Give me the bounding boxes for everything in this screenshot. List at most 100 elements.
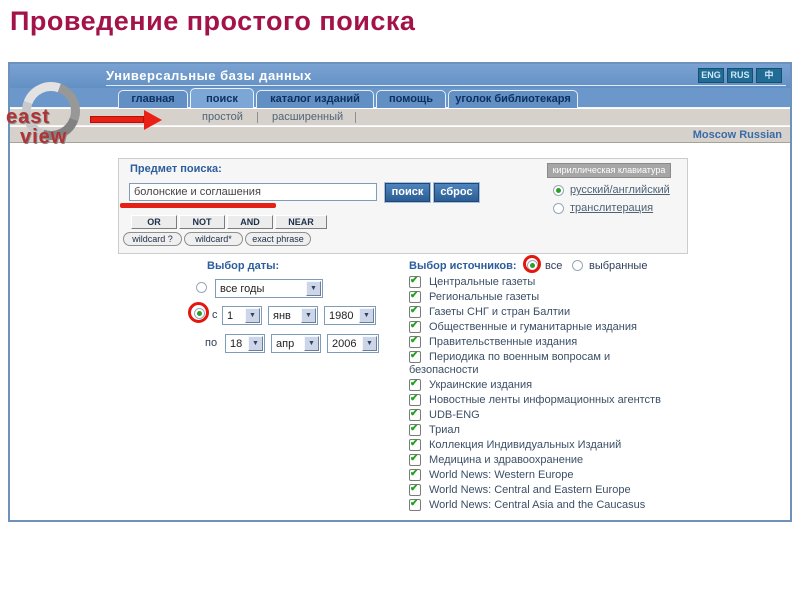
search-input[interactable] <box>129 183 377 201</box>
search-subject-label: Предмет поиска: <box>130 163 222 175</box>
dropdown-arrow-icon[interactable] <box>306 281 321 296</box>
subnav-advanced-search[interactable]: расширенный <box>272 111 343 123</box>
subnav-simple-search[interactable]: простой <box>202 111 243 123</box>
subnav-divider <box>355 112 356 123</box>
checkbox-checked-icon[interactable] <box>409 290 421 303</box>
source-label: World News: Central and Eastern Europe <box>429 484 631 496</box>
to-month-select[interactable]: апр <box>271 334 321 353</box>
list-item: World News: Western Europe <box>409 468 681 482</box>
app-window: Универсальные базы данных ENG RUS 中 глав… <box>6 62 792 522</box>
language-switcher: ENG RUS 中 <box>698 68 782 83</box>
transliteration-link[interactable]: транслитерация <box>570 202 653 214</box>
checkbox-checked-icon[interactable] <box>409 468 421 481</box>
from-year-value: 1980 <box>329 310 354 322</box>
lang-rus-button[interactable]: RUS <box>727 68 753 83</box>
to-year-value: 2006 <box>332 338 357 350</box>
to-day-value: 18 <box>230 338 243 350</box>
tab-help[interactable]: помощь <box>376 90 446 108</box>
checkbox-checked-icon[interactable] <box>409 378 421 391</box>
source-label: Медицина и здравоохранение <box>429 454 584 466</box>
radio-transliteration[interactable] <box>553 203 564 214</box>
operator-and-button[interactable]: AND <box>227 215 273 229</box>
list-item: Центральные газеты <box>409 275 681 289</box>
list-item: Правительственные издания <box>409 335 681 349</box>
checkbox-checked-icon[interactable] <box>409 498 421 511</box>
eastview-logo: east view <box>6 72 92 174</box>
all-years-select[interactable]: все годы <box>215 279 323 298</box>
checkbox-checked-icon[interactable] <box>409 320 421 333</box>
annotation-arrow <box>90 110 164 130</box>
checkbox-checked-icon[interactable] <box>409 438 421 451</box>
dropdown-arrow-icon[interactable] <box>245 308 260 323</box>
operator-not-button[interactable]: NOT <box>179 215 225 229</box>
to-year-select[interactable]: 2006 <box>327 334 379 353</box>
operator-near-button[interactable]: NEAR <box>275 215 327 229</box>
dropdown-arrow-icon[interactable] <box>248 336 263 351</box>
tab-search[interactable]: поиск <box>190 88 254 108</box>
checkbox-checked-icon[interactable] <box>409 483 421 496</box>
source-label: Коллекция Индивидуальных Изданий <box>429 439 622 451</box>
radio-selected-sources[interactable] <box>572 260 583 271</box>
list-item: Украинские издания <box>409 378 681 392</box>
list-item: Региональные газеты <box>409 290 681 304</box>
dropdown-arrow-icon[interactable] <box>359 308 374 323</box>
from-month-select[interactable]: янв <box>268 306 318 325</box>
main-tabs: главная поиск каталог изданий помощь уго… <box>10 88 790 108</box>
source-label: Украинские издания <box>429 379 533 391</box>
annotation-arrow-shaft <box>90 116 144 123</box>
wildcard-star-button[interactable]: wildcard* <box>184 232 243 246</box>
sources-label: Выбор источников: <box>409 260 517 272</box>
checkbox-checked-icon[interactable] <box>409 275 421 288</box>
checkbox-checked-icon[interactable] <box>409 350 421 363</box>
annotation-arrow-head <box>144 110 162 130</box>
to-month-value: апр <box>276 338 295 350</box>
subnav-divider <box>257 112 258 123</box>
operator-or-button[interactable]: OR <box>131 215 177 229</box>
tab-home[interactable]: главная <box>118 90 188 108</box>
from-year-select[interactable]: 1980 <box>324 306 376 325</box>
checkbox-checked-icon[interactable] <box>409 408 421 421</box>
source-label: Периодика по военным вопросам и безопасн… <box>409 351 611 376</box>
exact-phrase-button[interactable]: exact phrase <box>245 232 311 246</box>
source-label: Региональные газеты <box>429 291 540 303</box>
radio-all-years[interactable] <box>196 282 207 293</box>
source-label: World News: Western Europe <box>429 469 574 481</box>
tab-librarian-corner[interactable]: уголок библиотекаря <box>448 90 578 108</box>
source-label: UDB-ENG <box>429 409 480 421</box>
dropdown-arrow-icon[interactable] <box>304 336 319 351</box>
cyrillic-keyboard-button[interactable]: кириллическая клавиатура <box>547 163 671 178</box>
russian-english-link[interactable]: русский/английский <box>570 184 670 196</box>
source-label: World News: Central Asia and the Caucasu… <box>429 499 646 511</box>
checkbox-checked-icon[interactable] <box>409 423 421 436</box>
checkbox-checked-icon[interactable] <box>409 335 421 348</box>
dropdown-arrow-icon[interactable] <box>362 336 377 351</box>
radio-russian-english[interactable] <box>553 185 564 196</box>
wildcard-question-button[interactable]: wildcard ? <box>123 232 182 246</box>
source-label: Центральные газеты <box>429 276 536 288</box>
source-label: Правительственные издания <box>429 336 578 348</box>
annotation-underline <box>120 203 276 208</box>
all-years-value: все годы <box>220 283 265 295</box>
search-button[interactable]: поиск <box>385 183 430 202</box>
header-bar: Универсальные базы данных ENG RUS 中 <box>10 64 790 88</box>
source-label: Общественные и гуманитарные издания <box>429 321 637 333</box>
to-day-select[interactable]: 18 <box>225 334 265 353</box>
list-item: World News: Central Asia and the Caucasu… <box>409 498 681 512</box>
checkbox-checked-icon[interactable] <box>409 453 421 466</box>
reset-button[interactable]: сброс <box>434 183 479 202</box>
sources-list: Центральные газеты Региональные газеты Г… <box>409 275 681 514</box>
date-to-label: по <box>205 337 218 349</box>
checkbox-checked-icon[interactable] <box>409 305 421 318</box>
app-title: Универсальные базы данных <box>106 68 312 83</box>
tab-catalog[interactable]: каталог изданий <box>256 90 374 108</box>
header-divider <box>106 85 786 86</box>
dropdown-arrow-icon[interactable] <box>301 308 316 323</box>
lang-chinese-button[interactable]: 中 <box>756 68 782 83</box>
source-label: Триал <box>429 424 460 436</box>
annotation-circle-date-radio <box>188 302 209 323</box>
checkbox-checked-icon[interactable] <box>409 393 421 406</box>
annotation-circle-all-sources-radio <box>523 255 541 273</box>
list-item: UDB-ENG <box>409 408 681 422</box>
lang-eng-button[interactable]: ENG <box>698 68 724 83</box>
from-day-select[interactable]: 1 <box>222 306 262 325</box>
